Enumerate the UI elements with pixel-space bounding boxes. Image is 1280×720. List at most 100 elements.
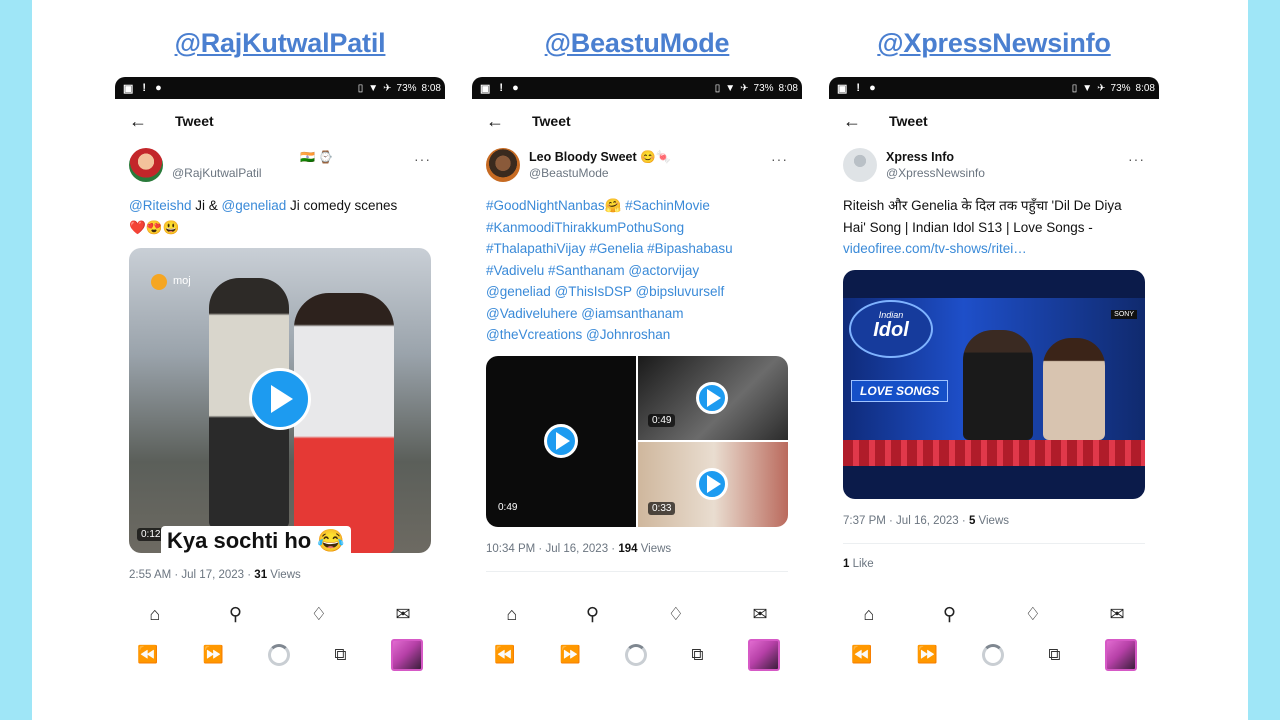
love-songs-banner: LOVE SONGS <box>851 379 949 402</box>
channel-logo: SONY <box>1111 309 1137 319</box>
alert-icon: ! <box>499 82 504 94</box>
search-icon[interactable]: ⚲ <box>586 604 599 625</box>
video-thumbnail[interactable]: 0:49 <box>638 355 788 440</box>
rewind-icon[interactable]: ⏪ <box>137 645 158 665</box>
display-name[interactable]: Xpress Info <box>886 149 985 165</box>
back-arrow-icon[interactable]: ← <box>129 111 175 132</box>
play-button[interactable] <box>696 381 728 414</box>
hashtag-line[interactable]: @Vadiveluhere @iamsanthanam <box>486 303 788 325</box>
likes-row[interactable]: 1 Like <box>829 558 1159 570</box>
bell-icon[interactable]: ♢ <box>1025 604 1041 625</box>
hashtag-line[interactable]: #Vadivelu #Santhanam @actorvijay <box>486 260 788 282</box>
link-card-image[interactable]: Indian Idol LOVE SONGS SONY <box>843 269 1145 499</box>
tweet-text: #GoodNightNanbas🤗 #SachinMovie #Kanmoodi… <box>472 185 802 346</box>
tweet-text-line: Hai' Song | Indian Idol S13 | Love Songs… <box>843 219 1093 235</box>
hashtag-line[interactable]: #ThalapathiVijay #Genelia #Bipashabasu <box>486 238 788 260</box>
more-options-icon[interactable]: ··· <box>1128 145 1145 167</box>
back-arrow-icon[interactable]: ← <box>486 111 532 132</box>
page-title: Tweet <box>889 113 928 129</box>
play-button[interactable] <box>544 423 578 458</box>
tweet-meta: 7:37 PM · Jul 16, 2023 · 5 Views <box>843 514 1010 527</box>
airplane-icon: ✈ <box>383 82 392 94</box>
video-thumbnail[interactable]: 0:49 <box>486 355 636 527</box>
emoji-line: ❤️😍😃 <box>129 219 180 235</box>
mail-icon[interactable]: ✉ <box>753 604 768 625</box>
default-avatar-icon[interactable] <box>843 148 877 182</box>
forward-icon[interactable]: ⏩ <box>560 645 581 665</box>
avatar[interactable] <box>486 148 520 182</box>
bell-icon[interactable]: ♢ <box>311 604 327 625</box>
handle-title[interactable]: @RajKutwalPatil <box>115 28 445 59</box>
rewind-icon[interactable]: ⏪ <box>851 645 872 665</box>
media-thumbnail[interactable] <box>747 639 780 671</box>
phone-screen: ▣! ● ▯ ▼ ✈ 73% 8:08 ← Tweet Leo Bloody Sweet … <box>472 77 802 677</box>
avatar[interactable] <box>129 148 163 182</box>
tabs-icon[interactable]: ⧉ <box>1048 645 1060 665</box>
loading-icon <box>268 644 291 666</box>
tweet-text-line: Riteish और Genelia के दिल तक पहुँचा 'Dil… <box>843 198 1122 213</box>
divider <box>486 570 788 572</box>
tabs-icon[interactable]: ⧉ <box>334 645 346 665</box>
search-icon[interactable]: ⚲ <box>943 604 956 625</box>
content-sheet: @RajKutwalPatil ▣! ● ▯ ▼ ✈ 73% 8:08 ← Tweet 🇮… <box>32 0 1248 720</box>
page-title: Tweet <box>532 113 571 129</box>
play-button[interactable] <box>696 467 728 500</box>
home-icon[interactable]: ⌂ <box>506 604 517 625</box>
clock-time: 8:08 <box>1135 82 1155 94</box>
tweet-header: ← Tweet <box>115 99 445 143</box>
more-options-icon[interactable]: ··· <box>771 145 788 167</box>
video-duration: 0:49 <box>498 501 518 513</box>
tabs-icon[interactable]: ⧉ <box>691 645 703 665</box>
tweet-text: Riteish और Genelia के दिल तक पहुँचा 'Dil… <box>829 185 1159 260</box>
person-figure <box>1043 337 1105 440</box>
media-thumbnail[interactable] <box>390 639 423 671</box>
home-icon[interactable]: ⌂ <box>863 604 874 625</box>
hashtag-line[interactable]: @geneliad @ThisIsDSP @bipsluvurself <box>486 281 788 303</box>
video-thumbnail[interactable]: moj 0:12 Kya sochti ho 😂 <box>129 248 431 553</box>
hashtag-line[interactable]: @theVcreations @Johnroshan <box>486 324 788 346</box>
display-name[interactable]: Leo Bloody Sweet 😊🍬 <box>529 149 671 165</box>
mention-link[interactable]: @geneliad <box>222 198 287 213</box>
wifi-icon: ▼ <box>368 82 379 94</box>
more-options-icon[interactable]: ··· <box>414 145 431 167</box>
bottom-nav: ⌂ ⚲ ♢ ✉ <box>472 594 802 634</box>
bottom-nav: ⌂ ⚲ ♢ ✉ <box>115 594 445 634</box>
vibrate-icon: ▯ <box>714 82 721 94</box>
tweet-link[interactable]: videofiree.com/tv-shows/ritei… <box>843 238 1145 260</box>
views-count: 31 <box>254 569 268 581</box>
handle-title[interactable]: @BeastuMode <box>472 28 802 59</box>
username[interactable]: @RajKutwalPatil <box>172 165 333 181</box>
column-rajkutwalpatil: @RajKutwalPatil ▣! ● ▯ ▼ ✈ 73% 8:08 ← Tweet 🇮… <box>115 0 445 720</box>
username[interactable]: @BeastuMode <box>529 165 671 181</box>
username[interactable]: @XpressNewsinfo <box>886 165 985 181</box>
forward-icon[interactable]: ⏩ <box>917 645 938 665</box>
mention-link[interactable]: @Riteishd <box>129 198 191 213</box>
browser-bar: ⏪ ⏩ ⧉ <box>115 635 445 675</box>
forward-icon[interactable]: ⏩ <box>203 645 224 665</box>
watermark: moj <box>173 275 191 287</box>
tweet-author: Leo Bloody Sweet 😊🍬 @BeastuMode ··· <box>472 143 802 185</box>
tweet-author: 🇮🇳 ⌚ @RajKutwalPatil ··· <box>115 143 445 185</box>
bell-icon[interactable]: ♢ <box>668 604 684 625</box>
tweet-meta: 10:34 PM · Jul 16, 2023 · 194 Views <box>486 542 672 555</box>
play-button[interactable] <box>249 368 311 430</box>
mail-icon[interactable]: ✉ <box>396 604 411 625</box>
browser-bar: ⏪ ⏩ ⧉ <box>829 635 1159 675</box>
browser-bar: ⏪ ⏩ ⧉ <box>472 635 802 675</box>
handle-title[interactable]: @XpressNewsinfo <box>829 28 1159 59</box>
search-icon[interactable]: ⚲ <box>229 604 242 625</box>
battery-level: 73% <box>753 82 774 94</box>
back-arrow-icon[interactable]: ← <box>843 111 889 132</box>
rewind-icon[interactable]: ⏪ <box>494 645 515 665</box>
media-thumbnail[interactable] <box>1104 639 1137 671</box>
video-thumbnail[interactable]: 0:33 <box>638 441 788 527</box>
hashtag-line[interactable]: #KanmoodiThirakkumPothuSong <box>486 217 788 239</box>
home-icon[interactable]: ⌂ <box>149 604 160 625</box>
video-caption: Kya sochti ho 😂 <box>161 526 351 553</box>
image-icon: ▣ <box>837 82 848 95</box>
timestamp: 7:37 PM · Jul 16, 2023 · <box>843 514 969 527</box>
column-beastumode: @BeastuMode ▣! ● ▯ ▼ ✈ 73% 8:08 ← Tweet Leo B… <box>472 0 802 720</box>
mail-icon[interactable]: ✉ <box>1110 604 1125 625</box>
hashtag-line[interactable]: #GoodNightNanbas🤗 #SachinMovie <box>486 195 788 217</box>
bottom-nav: ⌂ ⚲ ♢ ✉ <box>829 594 1159 634</box>
